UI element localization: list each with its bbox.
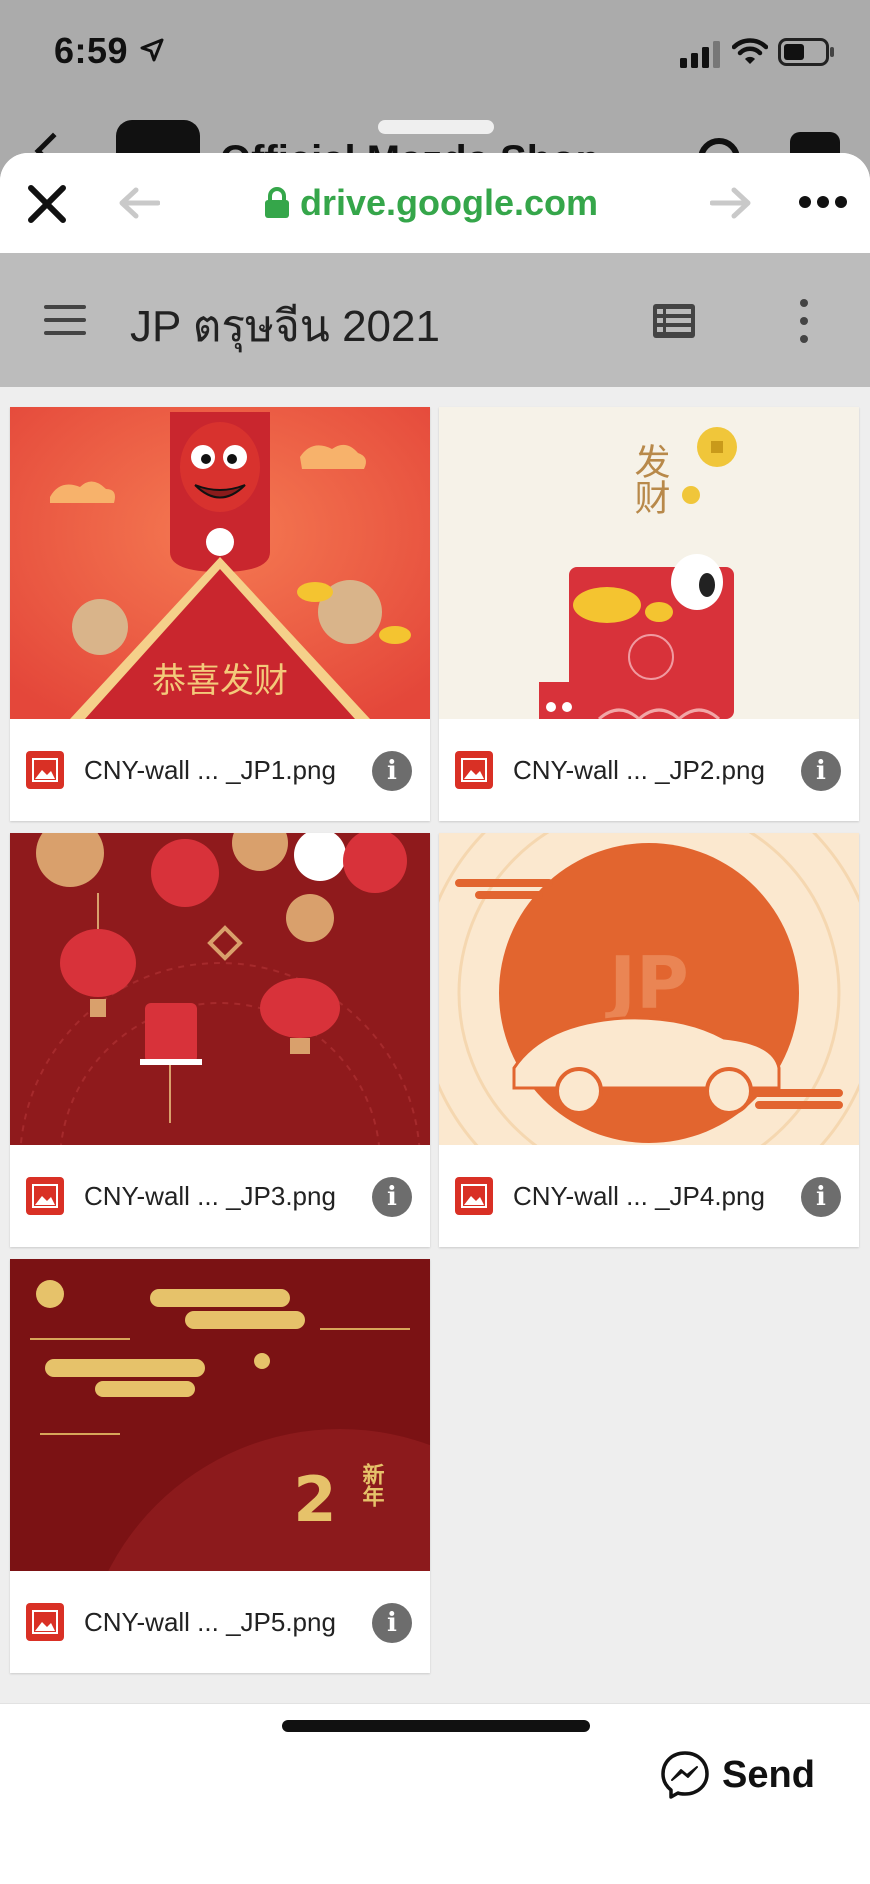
more-icon[interactable] [798, 195, 848, 209]
info-icon[interactable]: i [372, 1177, 412, 1217]
file-thumbnail[interactable]: 2 新年 [10, 1259, 430, 1571]
image-file-icon [26, 751, 64, 789]
signal-icon [680, 41, 720, 68]
file-thumbnail[interactable] [10, 833, 430, 1145]
file-card[interactable]: 发财 CNY-wall ... _JP2.png i [439, 407, 859, 821]
folder-title: JP ตรุษจีน 2021 [130, 302, 440, 351]
file-row[interactable]: CNY-wall ... _JP2.png i [439, 719, 859, 821]
file-row[interactable]: CNY-wall ... _JP1.png i [10, 719, 430, 821]
url-text: drive.google.com [300, 182, 599, 223]
messenger-icon [661, 1751, 709, 1799]
wifi-icon [732, 38, 768, 64]
forward-arrow-icon[interactable] [710, 187, 752, 219]
image-file-icon [455, 1177, 493, 1215]
file-card[interactable]: 2 新年 CNY-wall ... _JP5.png i [10, 1259, 430, 1673]
file-row[interactable]: CNY-wall ... _JP5.png i [10, 1571, 430, 1673]
home-indicator[interactable] [282, 1720, 590, 1732]
file-card[interactable]: JP CNY-wall ... _JP4.png i [439, 833, 859, 1247]
image-file-icon [26, 1603, 64, 1641]
send-label: Send [722, 1753, 815, 1796]
file-name: CNY-wall ... _JP1.png [84, 755, 336, 785]
image-file-icon [26, 1177, 64, 1215]
file-thumbnail[interactable]: 恭喜发财 [10, 407, 430, 719]
image-file-icon [455, 751, 493, 789]
browser-toolbar: drive.google.com [0, 153, 870, 253]
file-card[interactable]: 恭喜发财 CNY-wall ... _JP1.png i [10, 407, 430, 821]
file-grid: 恭喜发财 CNY-wall ... _JP1.png i 发财 CNY-wall… [0, 387, 870, 1703]
thumbnail-caption: JP [604, 941, 689, 1025]
file-row[interactable]: CNY-wall ... _JP4.png i [439, 1145, 859, 1247]
thumbnail-caption: 发财 [629, 443, 670, 515]
back-arrow-icon[interactable] [118, 187, 160, 219]
file-name: CNY-wall ... _JP3.png [84, 1181, 336, 1211]
file-thumbnail[interactable]: JP [439, 833, 859, 1145]
status-time: 6:59 [54, 30, 129, 71]
info-icon[interactable]: i [801, 751, 841, 791]
url-field[interactable]: drive.google.com [264, 181, 598, 225]
sheet-grabber[interactable] [378, 120, 494, 134]
file-thumbnail[interactable]: 发财 [439, 407, 859, 719]
info-icon[interactable]: i [372, 1603, 412, 1643]
file-name: CNY-wall ... _JP5.png [84, 1607, 336, 1637]
menu-icon[interactable] [44, 305, 86, 335]
file-name: CNY-wall ... _JP2.png [513, 755, 765, 785]
thumbnail-caption: 恭喜发财 [152, 661, 288, 701]
thumbnail-caption: 2 [293, 1463, 336, 1536]
browser-sheet: drive.google.com JP ตรุษจีน 2021 恭喜发财 CN… [0, 153, 870, 1884]
close-icon[interactable] [26, 183, 68, 225]
status-bar: 6:59 [0, 0, 870, 110]
drive-header: JP ตรุษจีน 2021 [0, 253, 870, 387]
battery-icon [778, 38, 834, 66]
send-button[interactable]: Send [660, 1750, 815, 1800]
location-arrow-icon [140, 38, 164, 62]
file-name: CNY-wall ... _JP4.png [513, 1181, 765, 1211]
list-view-icon[interactable] [652, 303, 696, 339]
file-row[interactable]: CNY-wall ... _JP3.png i [10, 1145, 430, 1247]
info-icon[interactable]: i [801, 1177, 841, 1217]
thumbnail-caption-2: 新年 [359, 1462, 385, 1507]
file-card[interactable]: CNY-wall ... _JP3.png i [10, 833, 430, 1247]
kebab-menu-icon[interactable] [800, 299, 810, 343]
lock-icon [265, 187, 289, 218]
info-icon[interactable]: i [372, 751, 412, 791]
